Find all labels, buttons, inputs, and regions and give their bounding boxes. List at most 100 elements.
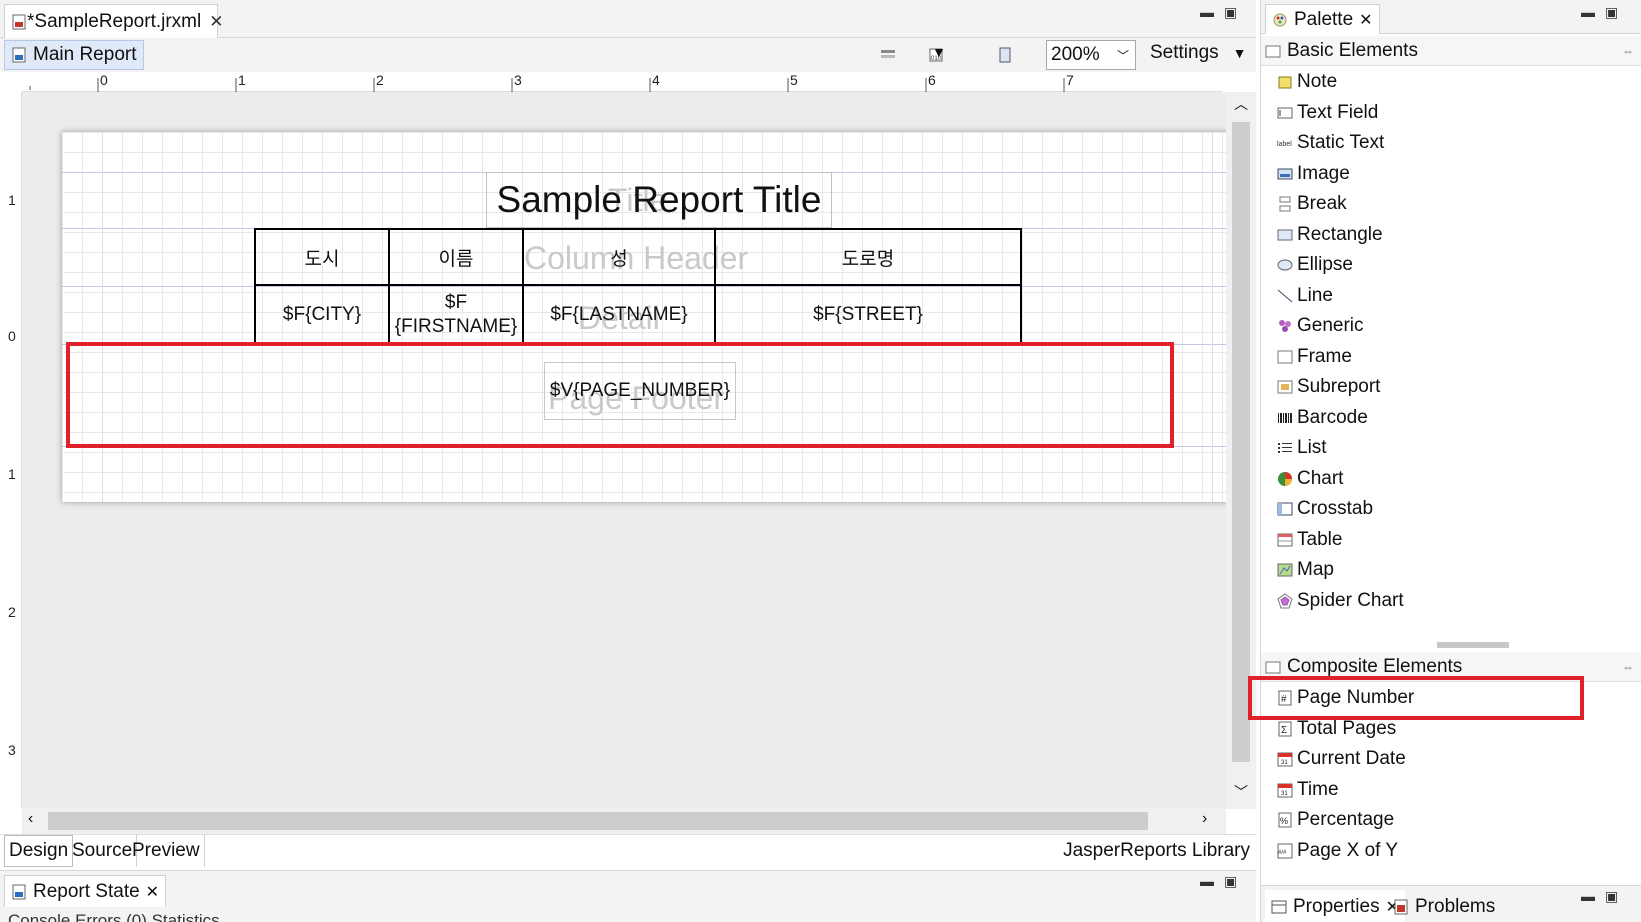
close-icon[interactable]: ✕ [146, 882, 159, 902]
chevron-left-icon[interactable]: ‹ [28, 810, 33, 828]
maximize-icon[interactable]: ▣ [1224, 4, 1237, 21]
main-report-tab[interactable]: Main Report [4, 40, 144, 70]
palette-item-label: Chart [1297, 467, 1344, 489]
palette-tab[interactable]: Palette ✕ [1265, 4, 1380, 34]
detail-cell-first-name[interactable]: $F {FIRSTNAME} [388, 284, 524, 344]
horizontal-scrollbar[interactable]: ‹ › [22, 808, 1226, 834]
drawer-icon [1265, 43, 1281, 59]
basic-elements-drawer[interactable]: Basic Elements ⇔ [1261, 36, 1641, 66]
palette-item-list[interactable]: List [1277, 432, 1327, 464]
settings-button[interactable]: Settings ▼ [1150, 42, 1247, 64]
pin-icon[interactable]: ⇔ [1622, 44, 1634, 58]
ruler-number: 7 [1066, 72, 1074, 88]
chevron-up-icon[interactable]: ︿ [1234, 94, 1248, 114]
basic-elements-label: Basic Elements [1287, 39, 1418, 61]
maximize-icon[interactable]: ▣ [1605, 888, 1618, 905]
palette-item-label: Map [1297, 559, 1334, 580]
palette-item-label: Spider Chart [1297, 589, 1404, 611]
detail-cell-city[interactable]: $F{CITY} [254, 284, 390, 344]
ruler-number: 5 [790, 72, 798, 88]
palette-item-crosstab[interactable]: Crosstab [1277, 493, 1373, 525]
palette-item-static-text[interactable]: label Static Text [1277, 127, 1384, 159]
vertical-ruler: 1 0 1 2 3 [4, 92, 22, 809]
palette-item-label: List [1297, 437, 1327, 458]
main-report-tab-label: Main Report [33, 44, 137, 65]
header-cell-last-name[interactable]: 성 [522, 228, 716, 286]
palette-item-line[interactable]: Line [1277, 280, 1333, 312]
palette-item-time[interactable]: 31 Time [1277, 774, 1339, 806]
svg-text:31: 31 [1281, 760, 1288, 766]
minimize-icon[interactable]: ▬ [1581, 888, 1595, 905]
chevron-down-icon[interactable]: ▼ [932, 44, 946, 60]
ruler-number: 3 [514, 72, 522, 88]
palette-item-label: Frame [1297, 345, 1352, 367]
palette-item-rectangle[interactable]: Rectangle [1277, 219, 1383, 251]
properties-tab[interactable]: Properties ✕ [1265, 890, 1406, 922]
palette-item-percentage[interactable]: % Percentage [1277, 804, 1394, 836]
report-title-field[interactable]: Sample Report Title [486, 172, 832, 228]
close-icon[interactable]: ✕ [1359, 10, 1372, 30]
palette-panel: Palette ✕ ▬ ▣ Basic Elements ⇔ Note Text … [1260, 0, 1641, 922]
column-guide [1212, 132, 1213, 502]
palette-icon [1272, 12, 1288, 28]
report-state-subtabs[interactable]: Console Errors (0) Statistics [8, 911, 220, 922]
maximize-icon[interactable]: ▣ [1605, 4, 1618, 21]
palette-item-note[interactable]: Note [1277, 66, 1337, 98]
palette-item-current-date[interactable]: 31 Current Date [1277, 743, 1406, 775]
band-view-icon[interactable] [880, 47, 896, 63]
tab-preview[interactable]: Preview [128, 835, 205, 867]
palette-item-page-x-of-y[interactable]: #/# Page X of Y [1277, 835, 1398, 867]
palette-item-image[interactable]: Image [1277, 158, 1350, 190]
pin-icon[interactable]: ⇔ [1622, 660, 1634, 674]
editor-file-tab[interactable]: *SampleReport.jrxml ✕ [4, 4, 223, 38]
report-state-tab[interactable]: Report State ✕ [4, 875, 167, 907]
palette-item-break[interactable]: Break [1277, 188, 1347, 220]
close-icon[interactable]: ✕ [209, 12, 223, 32]
detail-cell-last-name[interactable]: $F{LASTNAME} [522, 284, 716, 344]
drawer-icon [1265, 659, 1281, 675]
chevron-down-icon[interactable]: ﹀ [1234, 782, 1248, 802]
tab-source[interactable]: Source [68, 835, 138, 867]
problems-tab[interactable]: Problems [1387, 890, 1501, 922]
minimize-icon[interactable]: ▬ [1200, 4, 1214, 21]
palette-item-ellipse[interactable]: Ellipse [1277, 249, 1353, 281]
palette-item-label: Total Pages [1297, 717, 1397, 739]
design-canvas[interactable]: Title Column Header Detail Page Footer S… [22, 92, 1226, 809]
horizontal-scroll-thumb[interactable] [48, 812, 1148, 830]
ruler-number: 1 [8, 192, 16, 208]
maximize-icon[interactable]: ▣ [1224, 873, 1237, 890]
crosstab-icon [1277, 501, 1293, 517]
zoom-select[interactable]: 200% ﹀ [1046, 40, 1136, 70]
palette-item-map[interactable]: Map [1277, 554, 1334, 586]
palette-item-table[interactable]: Table [1277, 524, 1342, 556]
header-cell-city[interactable]: 도시 [254, 228, 390, 286]
palette-item-barcode[interactable]: Barcode [1277, 402, 1368, 434]
minimize-icon[interactable]: ▬ [1581, 4, 1595, 21]
table-icon [1277, 532, 1293, 548]
palette-item-chart[interactable]: Chart [1277, 463, 1343, 495]
page-footer-highlight [66, 342, 1174, 448]
header-cell-street[interactable]: 도로명 [714, 228, 1022, 286]
palette-item-label: Static Text [1297, 132, 1385, 153]
vertical-scroll-thumb[interactable] [1232, 122, 1250, 762]
chevron-right-icon[interactable]: › [1202, 810, 1207, 828]
tab-design[interactable]: Design [4, 835, 74, 867]
report-state-window-controls: ▬ ▣ [1200, 873, 1237, 890]
minimize-icon[interactable]: ▬ [1200, 873, 1214, 890]
barcode-icon [1277, 410, 1293, 426]
report-state-label: Report State [33, 880, 140, 902]
header-cell-first-name[interactable]: 이름 [388, 228, 524, 286]
editor-file-tab-label: *SampleReport.jrxml [27, 10, 202, 32]
palette-item-label: Page X of Y [1297, 839, 1399, 861]
palette-item-text-field[interactable]: Text Field [1277, 97, 1378, 129]
drawer-scroll-indicator[interactable] [1437, 642, 1509, 648]
palette-item-label: Image [1297, 162, 1350, 184]
compile-icon[interactable] [997, 47, 1013, 63]
time-icon: 31 [1277, 782, 1293, 798]
detail-cell-street[interactable]: $F{STREET} [714, 284, 1022, 344]
palette-item-spider-chart[interactable]: Spider Chart [1277, 585, 1404, 617]
palette-item-frame[interactable]: Frame [1277, 341, 1352, 373]
report-page[interactable]: Title Column Header Detail Page Footer S… [62, 132, 1226, 502]
palette-item-generic[interactable]: Generic [1277, 310, 1364, 342]
palette-item-subreport[interactable]: Subreport [1277, 371, 1380, 403]
